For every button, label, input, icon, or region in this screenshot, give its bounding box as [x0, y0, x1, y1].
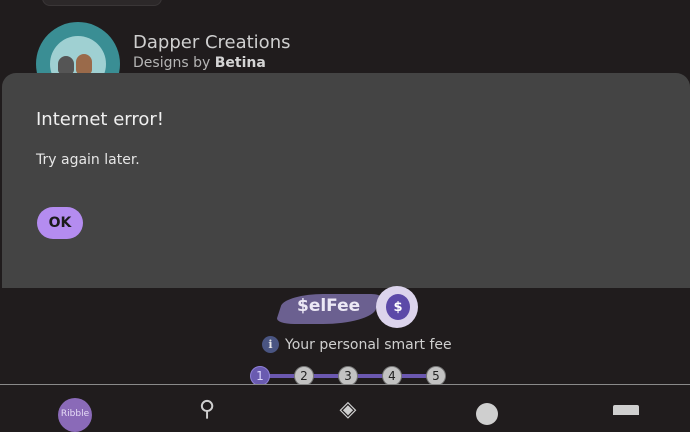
- designer-name: Betina: [214, 55, 266, 71]
- step-4[interactable]: 4: [382, 366, 402, 386]
- bottom-nav: Ribble ⚲ ◈: [0, 385, 690, 432]
- nav-store[interactable]: [606, 399, 646, 429]
- shop-header: Dapper Creations Designs by Betina: [0, 0, 690, 106]
- nav-profile[interactable]: Ribble: [55, 398, 95, 432]
- dialog-message: Try again later.: [36, 152, 140, 168]
- coin-icon: $: [376, 286, 418, 328]
- search-icon[interactable]: ⚲: [199, 399, 215, 421]
- step-1[interactable]: 1: [250, 366, 270, 386]
- tag-icon[interactable]: ◈: [340, 399, 357, 421]
- selfee-logo: $elFee $: [275, 286, 430, 332]
- cat-figure-icon: [58, 56, 74, 74]
- step-3[interactable]: 3: [338, 366, 358, 386]
- smart-fee-tagline: Your personal smart fee: [285, 336, 452, 353]
- selfee-logo-text: $elFee: [297, 296, 361, 316]
- shop-designer: Designs by Betina: [133, 55, 266, 71]
- nav-menu[interactable]: [467, 399, 507, 429]
- designs-by-label: Designs by: [133, 55, 211, 71]
- dollar-icon: $: [386, 294, 410, 320]
- dialog-title: Internet error!: [36, 109, 164, 130]
- shop-name[interactable]: Dapper Creations: [133, 32, 290, 53]
- error-dialog: Internet error! Try again later. OK: [2, 73, 690, 288]
- step-2[interactable]: 2: [294, 366, 314, 386]
- info-icon[interactable]: i: [262, 336, 279, 353]
- dog-figure-icon: [76, 54, 92, 74]
- profile-icon[interactable]: Ribble: [58, 398, 92, 432]
- store-icon[interactable]: [613, 405, 639, 415]
- nav-search[interactable]: ⚲: [187, 399, 227, 429]
- step-indicator: 1 2 3 4 5: [250, 366, 450, 386]
- ok-button[interactable]: OK: [37, 207, 83, 239]
- nav-tags[interactable]: ◈: [328, 399, 368, 429]
- smart-fee-info[interactable]: i Your personal smart fee: [262, 336, 452, 353]
- step-5[interactable]: 5: [426, 366, 446, 386]
